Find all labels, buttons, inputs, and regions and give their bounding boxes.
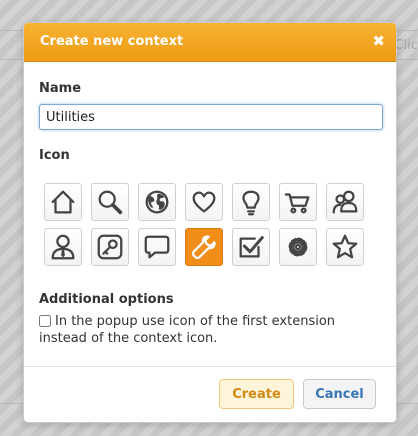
globe-icon <box>145 190 169 214</box>
icon-option-globe[interactable] <box>138 183 176 221</box>
star-icon <box>332 234 358 259</box>
heart-icon <box>192 191 216 213</box>
icon-option-star[interactable] <box>326 228 364 266</box>
name-label: Name <box>39 81 82 96</box>
close-icon[interactable]: ✖ <box>372 32 385 50</box>
icon-picker <box>44 183 366 266</box>
icon-option-heart[interactable] <box>185 183 223 221</box>
icon-option-gear[interactable] <box>279 228 317 266</box>
first-extension-icon-option-text: In the popup use icon of the first exten… <box>39 314 336 346</box>
first-extension-icon-option[interactable]: In the popup use icon of the first exten… <box>39 313 369 347</box>
dialog-titlebar: Create new context ✖ <box>24 23 396 62</box>
additional-options-label: Additional options <box>39 292 174 307</box>
icon-option-speech-bubble[interactable] <box>138 228 176 266</box>
search-icon <box>98 190 123 215</box>
background-link-text: Clic <box>394 38 418 53</box>
icon-option-person[interactable] <box>44 228 82 266</box>
gear-icon <box>288 237 308 257</box>
dialog-footer: Create Cancel <box>24 366 396 422</box>
create-context-dialog: Create new context ✖ Name Icon <box>23 22 397 423</box>
dialog-title: Create new context <box>40 34 184 49</box>
shopping-cart-icon <box>284 193 310 214</box>
name-input[interactable] <box>39 104 383 130</box>
cancel-button[interactable]: Cancel <box>303 379 376 409</box>
person-icon <box>51 234 75 260</box>
icon-option-search[interactable] <box>91 183 129 221</box>
users-icon <box>332 190 358 214</box>
icon-label: Icon <box>39 148 70 163</box>
icon-option-lightbulb[interactable] <box>232 183 270 221</box>
first-extension-icon-checkbox[interactable] <box>39 315 51 327</box>
icon-option-users[interactable] <box>326 183 364 221</box>
icon-option-checkbox[interactable] <box>232 228 270 266</box>
icon-option-wrench[interactable] <box>185 228 223 266</box>
lightbulb-icon <box>242 190 260 216</box>
icon-option-home[interactable] <box>44 183 82 221</box>
home-icon <box>51 190 75 214</box>
checkbox-icon <box>239 236 264 258</box>
key-icon <box>97 234 123 260</box>
create-button[interactable]: Create <box>219 379 294 409</box>
speech-bubble-icon <box>144 235 170 259</box>
icon-option-cart[interactable] <box>279 183 317 221</box>
icon-option-key[interactable] <box>91 228 129 266</box>
wrench-icon <box>191 235 216 260</box>
